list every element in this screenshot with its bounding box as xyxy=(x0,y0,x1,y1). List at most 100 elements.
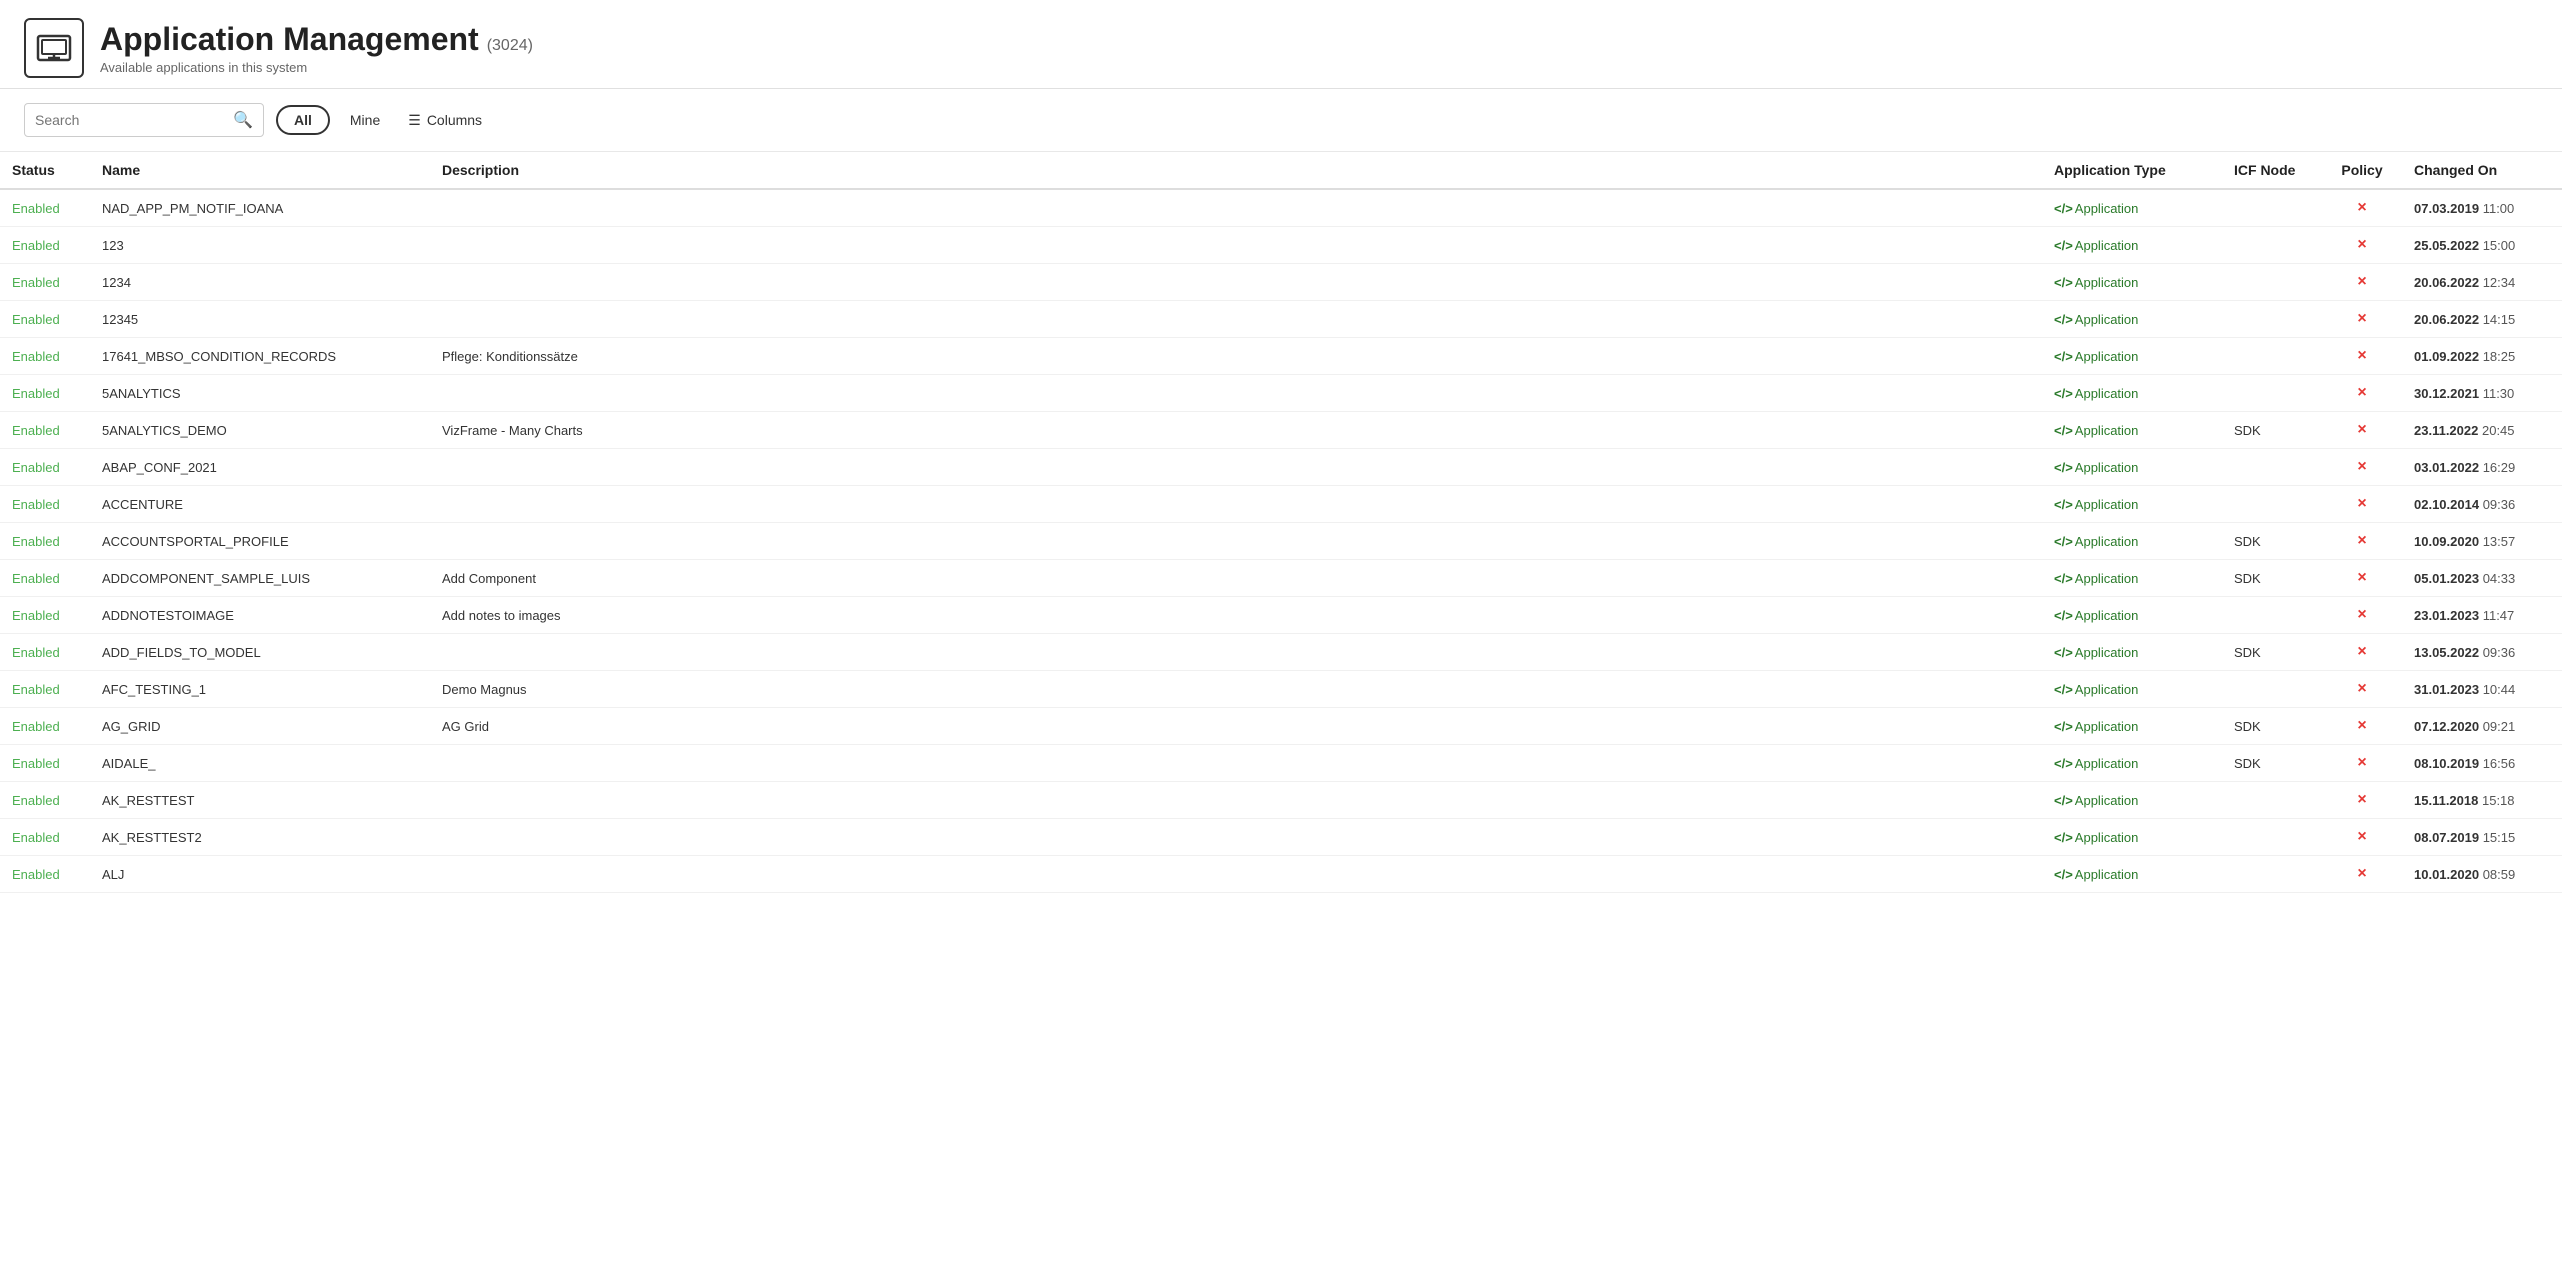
table-row[interactable]: Enabled5ANALYTICS_DEMOVizFrame - Many Ch… xyxy=(0,412,2562,449)
cell-name[interactable]: 5ANALYTICS_DEMO xyxy=(90,412,430,449)
cell-name[interactable]: 5ANALYTICS xyxy=(90,375,430,412)
table-row[interactable]: EnabledAK_RESTTEST</>Application×15.11.2… xyxy=(0,782,2562,819)
col-header-description: Description xyxy=(430,152,2042,189)
cell-policy[interactable]: × xyxy=(2322,264,2402,301)
cell-name[interactable]: NAD_APP_PM_NOTIF_IOANA xyxy=(90,189,430,227)
cell-name[interactable]: 123 xyxy=(90,227,430,264)
cell-name[interactable]: 12345 xyxy=(90,301,430,338)
cell-icf-node: SDK xyxy=(2222,560,2322,597)
policy-x-icon[interactable]: × xyxy=(2357,717,2366,734)
code-brackets-icon: </> xyxy=(2054,756,2073,771)
search-box[interactable]: 🔍 xyxy=(24,103,264,137)
policy-x-icon[interactable]: × xyxy=(2357,865,2366,882)
columns-icon: ☰ xyxy=(408,112,421,129)
columns-button[interactable]: ☰ Columns xyxy=(400,107,490,134)
policy-x-icon[interactable]: × xyxy=(2357,569,2366,586)
table-body: EnabledNAD_APP_PM_NOTIF_IOANA</>Applicat… xyxy=(0,189,2562,893)
cell-status: Enabled xyxy=(0,597,90,634)
cell-policy[interactable]: × xyxy=(2322,819,2402,856)
policy-x-icon[interactable]: × xyxy=(2357,347,2366,364)
cell-policy[interactable]: × xyxy=(2322,486,2402,523)
cell-name[interactable]: AIDALE_ xyxy=(90,745,430,782)
code-brackets-icon: </> xyxy=(2054,645,2073,660)
mine-button[interactable]: Mine xyxy=(342,107,388,133)
policy-x-icon[interactable]: × xyxy=(2357,791,2366,808)
cell-policy[interactable]: × xyxy=(2322,745,2402,782)
cell-policy[interactable]: × xyxy=(2322,634,2402,671)
cell-application-type: </>Application xyxy=(2042,819,2222,856)
policy-x-icon[interactable]: × xyxy=(2357,199,2366,216)
policy-x-icon[interactable]: × xyxy=(2357,236,2366,253)
table-row[interactable]: EnabledACCENTURE</>Application×02.10.201… xyxy=(0,486,2562,523)
cell-status: Enabled xyxy=(0,819,90,856)
table-row[interactable]: Enabled1234</>Application×20.06.2022 12:… xyxy=(0,264,2562,301)
cell-policy[interactable]: × xyxy=(2322,227,2402,264)
cell-name[interactable]: ALJ xyxy=(90,856,430,893)
cell-name[interactable]: AK_RESTTEST xyxy=(90,782,430,819)
code-brackets-icon: </> xyxy=(2054,238,2073,253)
cell-name[interactable]: ADDCOMPONENT_SAMPLE_LUIS xyxy=(90,560,430,597)
cell-changed-on: 31.01.2023 10:44 xyxy=(2402,671,2562,708)
policy-x-icon[interactable]: × xyxy=(2357,273,2366,290)
table-row[interactable]: EnabledACCOUNTSPORTAL_PROFILE</>Applicat… xyxy=(0,523,2562,560)
policy-x-icon[interactable]: × xyxy=(2357,754,2366,771)
cell-status: Enabled xyxy=(0,264,90,301)
policy-x-icon[interactable]: × xyxy=(2357,680,2366,697)
table-row[interactable]: Enabled123</>Application×25.05.2022 15:0… xyxy=(0,227,2562,264)
table-row[interactable]: EnabledABAP_CONF_2021</>Application×03.0… xyxy=(0,449,2562,486)
cell-policy[interactable]: × xyxy=(2322,189,2402,227)
cell-policy[interactable]: × xyxy=(2322,338,2402,375)
policy-x-icon[interactable]: × xyxy=(2357,421,2366,438)
cell-name[interactable]: AG_GRID xyxy=(90,708,430,745)
cell-policy[interactable]: × xyxy=(2322,375,2402,412)
cell-name[interactable]: ABAP_CONF_2021 xyxy=(90,449,430,486)
cell-name[interactable]: 17641_MBSO_CONDITION_RECORDS xyxy=(90,338,430,375)
table-row[interactable]: EnabledALJ</>Application×10.01.2020 08:5… xyxy=(0,856,2562,893)
cell-name[interactable]: AFC_TESTING_1 xyxy=(90,671,430,708)
policy-x-icon[interactable]: × xyxy=(2357,495,2366,512)
cell-policy[interactable]: × xyxy=(2322,412,2402,449)
policy-x-icon[interactable]: × xyxy=(2357,384,2366,401)
policy-x-icon[interactable]: × xyxy=(2357,532,2366,549)
cell-policy[interactable]: × xyxy=(2322,671,2402,708)
policy-x-icon[interactable]: × xyxy=(2357,828,2366,845)
table-row[interactable]: Enabled5ANALYTICS</>Application×30.12.20… xyxy=(0,375,2562,412)
table-row[interactable]: EnabledAIDALE_</>ApplicationSDK×08.10.20… xyxy=(0,745,2562,782)
cell-name[interactable]: 1234 xyxy=(90,264,430,301)
cell-policy[interactable]: × xyxy=(2322,708,2402,745)
table-row[interactable]: Enabled17641_MBSO_CONDITION_RECORDSPfleg… xyxy=(0,338,2562,375)
cell-name[interactable]: ADDNOTESTOIMAGE xyxy=(90,597,430,634)
table-row[interactable]: EnabledADDCOMPONENT_SAMPLE_LUISAdd Compo… xyxy=(0,560,2562,597)
all-button[interactable]: All xyxy=(276,105,330,135)
cell-status: Enabled xyxy=(0,301,90,338)
table-row[interactable]: EnabledAK_RESTTEST2</>Application×08.07.… xyxy=(0,819,2562,856)
cell-name[interactable]: AK_RESTTEST2 xyxy=(90,819,430,856)
cell-icf-node xyxy=(2222,227,2322,264)
table-row[interactable]: EnabledNAD_APP_PM_NOTIF_IOANA</>Applicat… xyxy=(0,189,2562,227)
cell-name[interactable]: ACCENTURE xyxy=(90,486,430,523)
policy-x-icon[interactable]: × xyxy=(2357,458,2366,475)
cell-policy[interactable]: × xyxy=(2322,560,2402,597)
search-input[interactable] xyxy=(35,112,229,128)
cell-policy[interactable]: × xyxy=(2322,449,2402,486)
table-row[interactable]: Enabled12345</>Application×20.06.2022 14… xyxy=(0,301,2562,338)
cell-policy[interactable]: × xyxy=(2322,856,2402,893)
cell-policy[interactable]: × xyxy=(2322,782,2402,819)
table-row[interactable]: EnabledADD_FIELDS_TO_MODEL</>Application… xyxy=(0,634,2562,671)
cell-status: Enabled xyxy=(0,449,90,486)
cell-policy[interactable]: × xyxy=(2322,301,2402,338)
policy-x-icon[interactable]: × xyxy=(2357,643,2366,660)
table-row[interactable]: EnabledADDNOTESTOIMAGEAdd notes to image… xyxy=(0,597,2562,634)
policy-x-icon[interactable]: × xyxy=(2357,310,2366,327)
cell-policy[interactable]: × xyxy=(2322,523,2402,560)
table-row[interactable]: EnabledAFC_TESTING_1Demo Magnus</>Applic… xyxy=(0,671,2562,708)
cell-name[interactable]: ADD_FIELDS_TO_MODEL xyxy=(90,634,430,671)
cell-policy[interactable]: × xyxy=(2322,597,2402,634)
cell-name[interactable]: ACCOUNTSPORTAL_PROFILE xyxy=(90,523,430,560)
cell-icf-node: SDK xyxy=(2222,745,2322,782)
table-row[interactable]: EnabledAG_GRIDAG Grid</>ApplicationSDK×0… xyxy=(0,708,2562,745)
policy-x-icon[interactable]: × xyxy=(2357,606,2366,623)
cell-icf-node xyxy=(2222,671,2322,708)
page-header: Application Management (3024) Available … xyxy=(0,0,2562,89)
app-management-icon xyxy=(24,18,84,78)
